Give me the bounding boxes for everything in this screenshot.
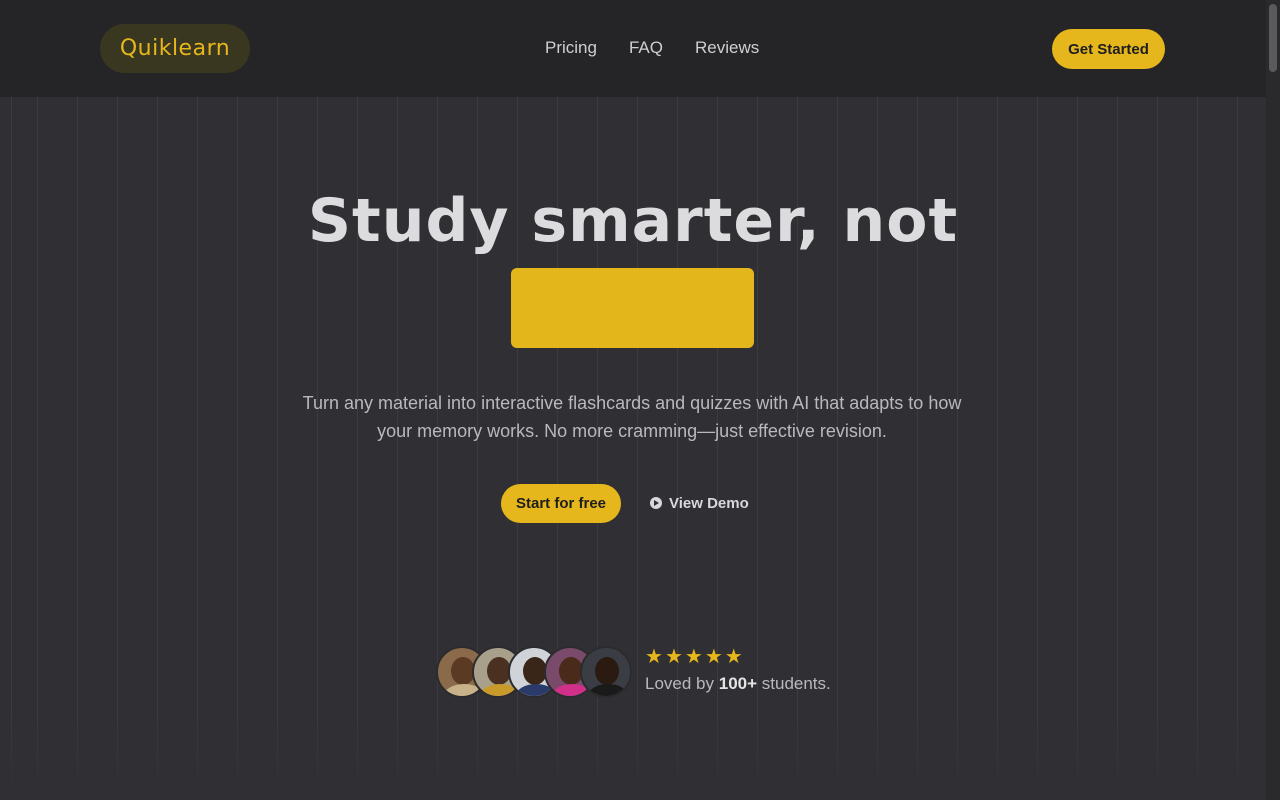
play-icon [650,497,662,509]
star-icon: ★ [645,644,663,668]
hero-title: Study smarter, not [307,186,959,256]
rating-stars: ★ ★ ★ ★ ★ [645,645,743,667]
scrollbar[interactable] [1266,0,1280,800]
star-icon: ★ [704,644,723,668]
star-icon: ★ [664,644,683,668]
logo[interactable]: Quiklearn [100,24,250,73]
view-demo-label: View Demo [669,494,749,512]
loved-suffix: students. [761,674,831,693]
get-started-button[interactable]: Get Started [1052,29,1165,69]
top-navbar: Quiklearn Pricing FAQ Reviews Get Starte… [0,0,1266,97]
start-for-free-button[interactable]: Start for free [501,484,621,523]
nav-link-reviews[interactable]: Reviews [695,38,759,58]
star-icon: ★ [724,644,743,668]
star-icon: ★ [684,644,703,668]
student-avatars [436,646,636,698]
nav-link-pricing[interactable]: Pricing [545,38,597,58]
loved-count: 100+ [718,674,758,693]
hero-highlight-word-box [511,268,754,348]
hero-subtitle: Turn any material into interactive flash… [302,393,962,441]
nav-link-faq[interactable]: FAQ [629,38,663,58]
loved-prefix: Loved by [645,674,714,693]
main-nav: Pricing FAQ Reviews [545,38,759,58]
scrollbar-thumb[interactable] [1269,4,1277,72]
student-avatar-5 [580,646,632,698]
social-proof-text: Loved by 100+ students. [645,674,831,694]
grid-fade [0,700,1266,800]
view-demo-button[interactable]: View Demo [650,493,749,513]
